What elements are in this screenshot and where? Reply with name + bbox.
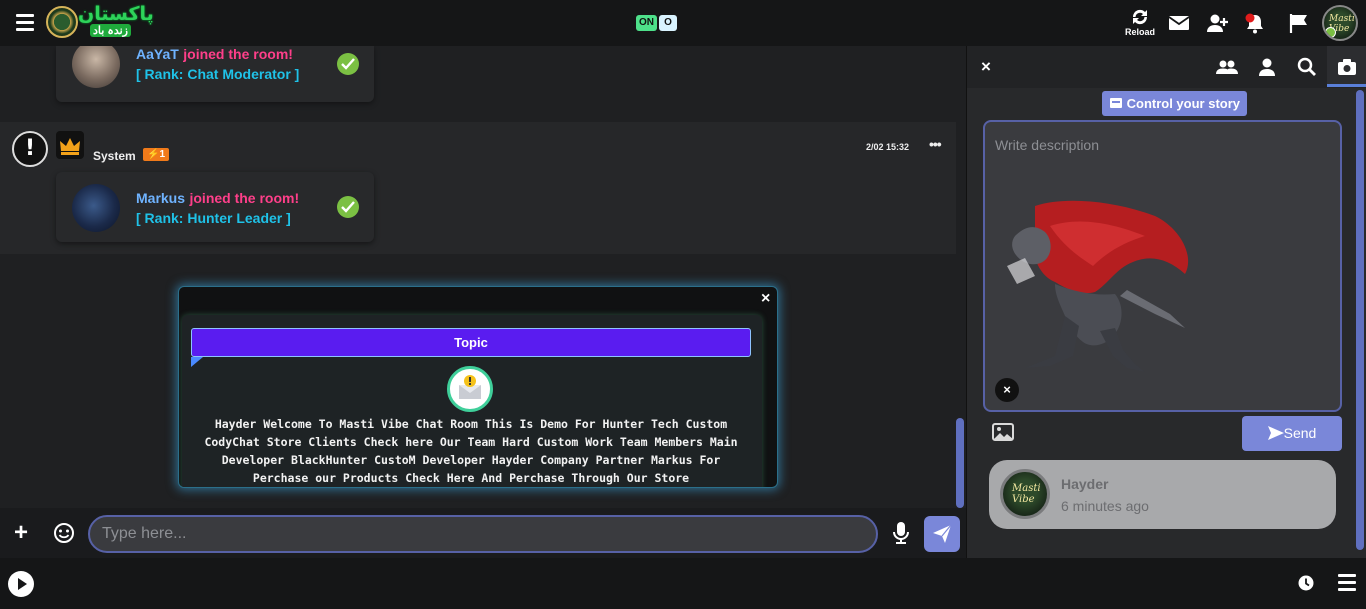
online-status-icon (1325, 27, 1336, 38)
topic-popup: × Topic Hayder Welcome To Masti Vibe Cha… (178, 286, 778, 488)
user-icon[interactable] (1256, 56, 1278, 78)
search-icon[interactable] (1296, 56, 1318, 78)
panel-scrollbar[interactable] (1356, 90, 1364, 550)
clock-icon[interactable] (1298, 575, 1314, 591)
top-bar: پاکستان زندہ باد ON O Reload Masti Vibe (0, 0, 1366, 46)
envelope-alert-icon (447, 366, 493, 412)
reload-icon (1132, 9, 1148, 25)
on-off-toggle[interactable]: ON O (636, 15, 677, 31)
user-avatar-aayat[interactable] (72, 46, 120, 88)
add-button[interactable]: + (14, 521, 28, 545)
bottom-bar (0, 558, 1366, 609)
logo-subtext: زندہ باد (90, 24, 131, 37)
emoji-icon[interactable] (53, 522, 75, 544)
remove-image-button[interactable]: × (995, 378, 1019, 402)
send-story-label: Send (1283, 425, 1317, 441)
message-more-button[interactable]: ••• (929, 136, 942, 152)
message-time: 2/02 15:32 (866, 142, 910, 152)
avatar-logo-text: Masti Vibe (1012, 483, 1041, 505)
user-avatar[interactable]: Masti Vibe (1322, 5, 1358, 41)
join-message-card: Markus joined the room! [ Rank: Hunter L… (56, 172, 374, 242)
level-badge: ⚡1 (143, 148, 170, 161)
rank-text: [ Rank: Chat Moderator ] (136, 66, 300, 82)
story-box-icon (1109, 98, 1122, 108)
crown-icon (56, 131, 84, 159)
joined-text: joined the room! (183, 46, 293, 62)
panel-close-button[interactable]: × (981, 57, 991, 77)
username[interactable]: AaYaT (136, 46, 179, 62)
logo-seal (46, 6, 78, 38)
join-message-card: AaYaT joined the room! [ Rank: Chat Mode… (56, 46, 374, 102)
menu-icon[interactable] (1338, 574, 1356, 592)
panel-tabs: × (967, 46, 1366, 88)
image-upload-icon[interactable] (992, 423, 1014, 441)
user-avatar-markus[interactable] (72, 184, 120, 232)
chat-scrollbar[interactable] (956, 418, 964, 508)
description-placeholder: Write description (995, 137, 1100, 153)
joined-text: joined the room! (189, 190, 300, 206)
input-bar: + (0, 508, 975, 558)
message-input[interactable] (88, 515, 878, 553)
control-story-label: Control your story (1126, 96, 1241, 111)
users-icon[interactable] (1216, 56, 1238, 78)
send-story-button[interactable]: Send (1242, 416, 1342, 451)
story-image (1007, 200, 1189, 372)
story-panel: × Control your story Write description ×… (966, 46, 1366, 558)
reload-button[interactable]: Reload (1120, 0, 1160, 46)
topic-text: Hayder Welcome To Masti Vibe Chat Room T… (204, 417, 738, 485)
check-icon (337, 196, 359, 218)
notification-bell-icon[interactable] (1244, 12, 1266, 34)
topic-ribbon-tail (191, 357, 203, 367)
chat-area[interactable]: AaYaT joined the room! [ Rank: Chat Mode… (0, 46, 956, 508)
story-time: 6 minutes ago (1061, 498, 1149, 514)
menu-icon[interactable] (16, 14, 34, 31)
join-text-row: AaYaT joined the room! (136, 46, 293, 64)
camera-icon (1338, 59, 1356, 75)
join-text-row: Markus joined the room! (136, 190, 299, 208)
flag-icon[interactable] (1288, 12, 1310, 34)
mail-icon[interactable] (1168, 12, 1190, 34)
microphone-icon[interactable] (892, 521, 910, 545)
play-icon (18, 578, 27, 590)
system-name[interactable]: System (93, 149, 136, 163)
alert-icon: ! (12, 131, 48, 167)
off-label: O (659, 15, 677, 31)
description-box[interactable]: Write description × (983, 120, 1342, 412)
send-message-button[interactable] (924, 516, 960, 552)
site-logo[interactable]: پاکستان زندہ باد (46, 4, 154, 42)
story-username: Hayder (1061, 476, 1109, 492)
paper-plane-icon (1267, 426, 1284, 440)
tab-story[interactable] (1327, 46, 1366, 87)
check-icon (337, 53, 359, 75)
topic-title: Topic (191, 328, 751, 357)
on-label: ON (636, 15, 657, 31)
control-story-button[interactable]: Control your story (1102, 91, 1247, 116)
reload-label: Reload (1124, 27, 1155, 37)
play-button[interactable] (8, 571, 34, 597)
logo-text: پاکستان (78, 3, 154, 25)
system-message-row: ! System ⚡1 2/02 15:32 ••• Markus joined… (0, 122, 956, 254)
story-avatar: Masti Vibe (1000, 469, 1050, 519)
rank-text: [ Rank: Hunter Leader ] (136, 210, 291, 226)
topic-close-button[interactable]: × (761, 290, 770, 308)
paper-plane-icon (933, 524, 952, 543)
username[interactable]: Markus (136, 190, 185, 206)
add-friend-icon[interactable] (1207, 12, 1229, 34)
story-item[interactable]: Masti Vibe Hayder 6 minutes ago (989, 460, 1336, 529)
